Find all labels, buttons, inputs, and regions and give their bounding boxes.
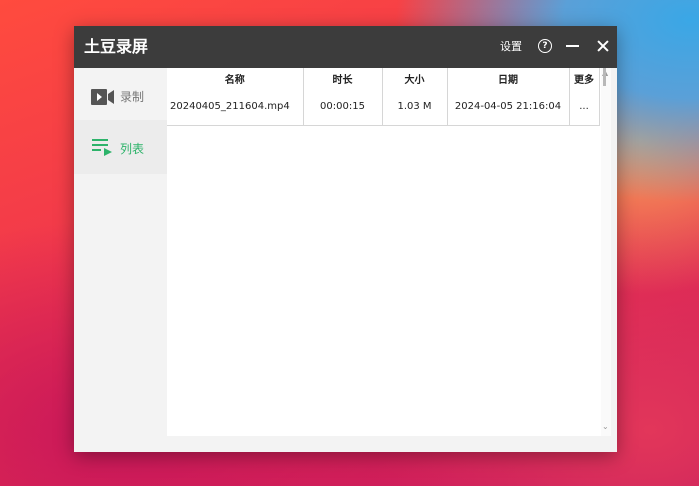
column-header-duration[interactable]: 时长 [303, 68, 383, 88]
file-table: 名称 时长 大小 日期 更多 20240405_211604.mp4 00:00… [167, 68, 600, 126]
scroll-thumb[interactable] [603, 68, 606, 86]
video-camera-icon [91, 89, 114, 105]
settings-button[interactable]: 设置 [500, 39, 522, 55]
duration-cell: 00:00:15 [303, 88, 383, 126]
file-list-panel: 名称 时长 大小 日期 更多 20240405_211604.mp4 00:00… [167, 68, 601, 436]
list-play-icon [92, 139, 112, 156]
title-bar: 土豆录屏 设置 ? [74, 26, 617, 68]
column-header-date[interactable]: 日期 [447, 68, 570, 88]
minimize-icon[interactable] [566, 45, 579, 47]
vertical-scrollbar[interactable]: ▲ ⌄ [601, 68, 611, 436]
sidebar: 录制 列表 [74, 68, 167, 452]
table-row[interactable]: 20240405_211604.mp4 00:00:15 1.03 M 2024… [167, 88, 600, 126]
date-cell: 2024-04-05 21:16:04 [447, 88, 570, 126]
help-icon[interactable]: ? [538, 39, 552, 53]
file-name-cell[interactable]: 20240405_211604.mp4 [167, 88, 304, 126]
column-header-size[interactable]: 大小 [382, 68, 448, 88]
table-header-row: 名称 时长 大小 日期 更多 [167, 68, 600, 88]
sidebar-item-record[interactable]: 录制 [74, 70, 167, 122]
app-title: 土豆录屏 [84, 37, 149, 56]
column-header-name[interactable]: 名称 [167, 68, 304, 88]
scroll-down-icon[interactable]: ⌄ [602, 423, 609, 431]
sidebar-item-label: 列表 [120, 142, 145, 156]
sidebar-item-list[interactable]: 列表 [74, 120, 167, 174]
column-header-more[interactable]: 更多 [569, 68, 600, 88]
size-cell: 1.03 M [382, 88, 448, 126]
sidebar-item-label: 录制 [120, 90, 145, 104]
more-button[interactable]: ... [569, 88, 600, 126]
app-window: 土豆录屏 设置 ? 录制 列表 名称 时长 大小 日期 更多 20240405_… [74, 26, 617, 452]
close-icon[interactable] [595, 38, 611, 54]
